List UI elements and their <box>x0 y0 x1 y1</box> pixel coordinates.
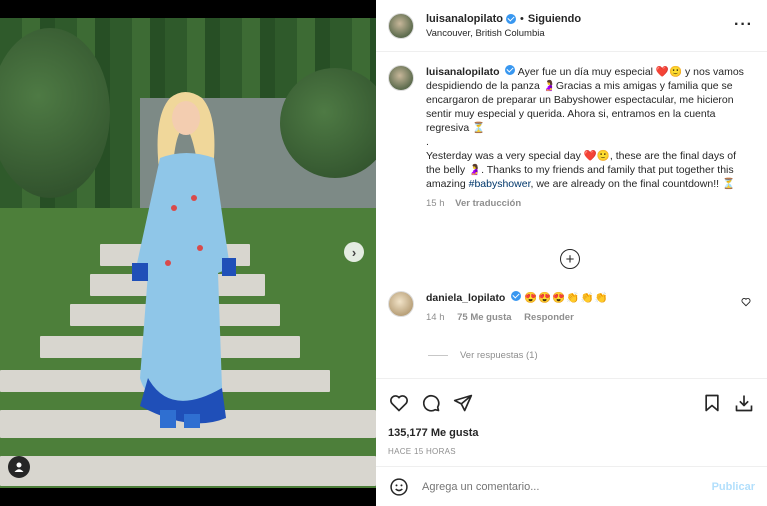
emoji-icon[interactable] <box>388 476 410 498</box>
heart-icon[interactable] <box>388 392 410 414</box>
verified-icon <box>505 65 516 75</box>
bookmark-icon[interactable] <box>701 392 723 414</box>
share-icon[interactable] <box>452 392 474 414</box>
user-tag-icon[interactable] <box>8 456 30 478</box>
dot-separator: • <box>520 12 524 25</box>
caption: luisanalopilato Ayer fue un día muy espe… <box>388 65 755 211</box>
download-icon[interactable] <box>733 392 755 414</box>
next-arrow-icon[interactable]: › <box>344 242 364 262</box>
following-button[interactable]: Siguiendo <box>528 13 581 25</box>
photo-scene <box>0 18 376 488</box>
caption-text-en-end: , we are already on the final countdown!… <box>530 178 736 190</box>
view-replies-button[interactable]: Ver respuestas (1) <box>428 350 538 361</box>
list-item: daniela_lopilato 😍😍😍👏👏👏 14 h 75 Me gusta… <box>388 291 755 323</box>
comment-likes[interactable]: 75 Me gusta <box>457 312 511 323</box>
comment-input[interactable] <box>422 480 712 493</box>
caption-username[interactable]: luisanalopilato <box>426 66 500 78</box>
comment-username[interactable]: daniela_lopilato <box>426 292 505 304</box>
comment-heart-icon[interactable] <box>741 297 751 310</box>
verified-icon <box>511 291 522 301</box>
post-side-panel: luisanalopilato • Siguiendo Vancouver, B… <box>376 0 767 506</box>
plus-circle-icon[interactable]: + <box>560 249 580 269</box>
reply-button[interactable]: Responder <box>524 312 574 323</box>
woman-figure <box>132 92 236 428</box>
comments-section: luisanalopilato Ayer fue un día muy espe… <box>376 53 767 378</box>
see-translation-button[interactable]: Ver traducción <box>455 198 521 209</box>
caption-time: 15 h <box>426 198 445 209</box>
comment-text: 😍😍😍👏👏👏 <box>524 292 609 304</box>
comment-time: 14 h <box>426 312 445 323</box>
post-header: luisanalopilato • Siguiendo Vancouver, B… <box>376 0 767 52</box>
avatar[interactable] <box>388 12 414 39</box>
post-timestamp: HACE 15 HORAS <box>388 447 456 456</box>
hashtag-link[interactable]: #babyshower <box>469 178 531 190</box>
more-icon[interactable]: ··· <box>734 16 753 34</box>
add-comment-bar: Publicar <box>376 466 767 506</box>
likes-count[interactable]: 135,177 Me gusta <box>388 427 755 439</box>
publish-button[interactable]: Publicar <box>712 481 755 493</box>
caption-avatar[interactable] <box>388 65 414 91</box>
view-replies-label: Ver respuestas (1) <box>460 350 538 361</box>
comment-icon[interactable] <box>420 392 442 414</box>
header-username[interactable]: luisanalopilato <box>426 13 503 25</box>
caption-dot: . <box>426 136 429 148</box>
comment-avatar[interactable] <box>388 291 414 317</box>
verified-icon <box>506 13 517 24</box>
actions-bar: 135,177 Me gusta HACE 15 HORAS <box>376 378 767 456</box>
post-photo[interactable]: › <box>0 0 376 506</box>
location-link[interactable]: Vancouver, British Columbia <box>426 28 581 39</box>
